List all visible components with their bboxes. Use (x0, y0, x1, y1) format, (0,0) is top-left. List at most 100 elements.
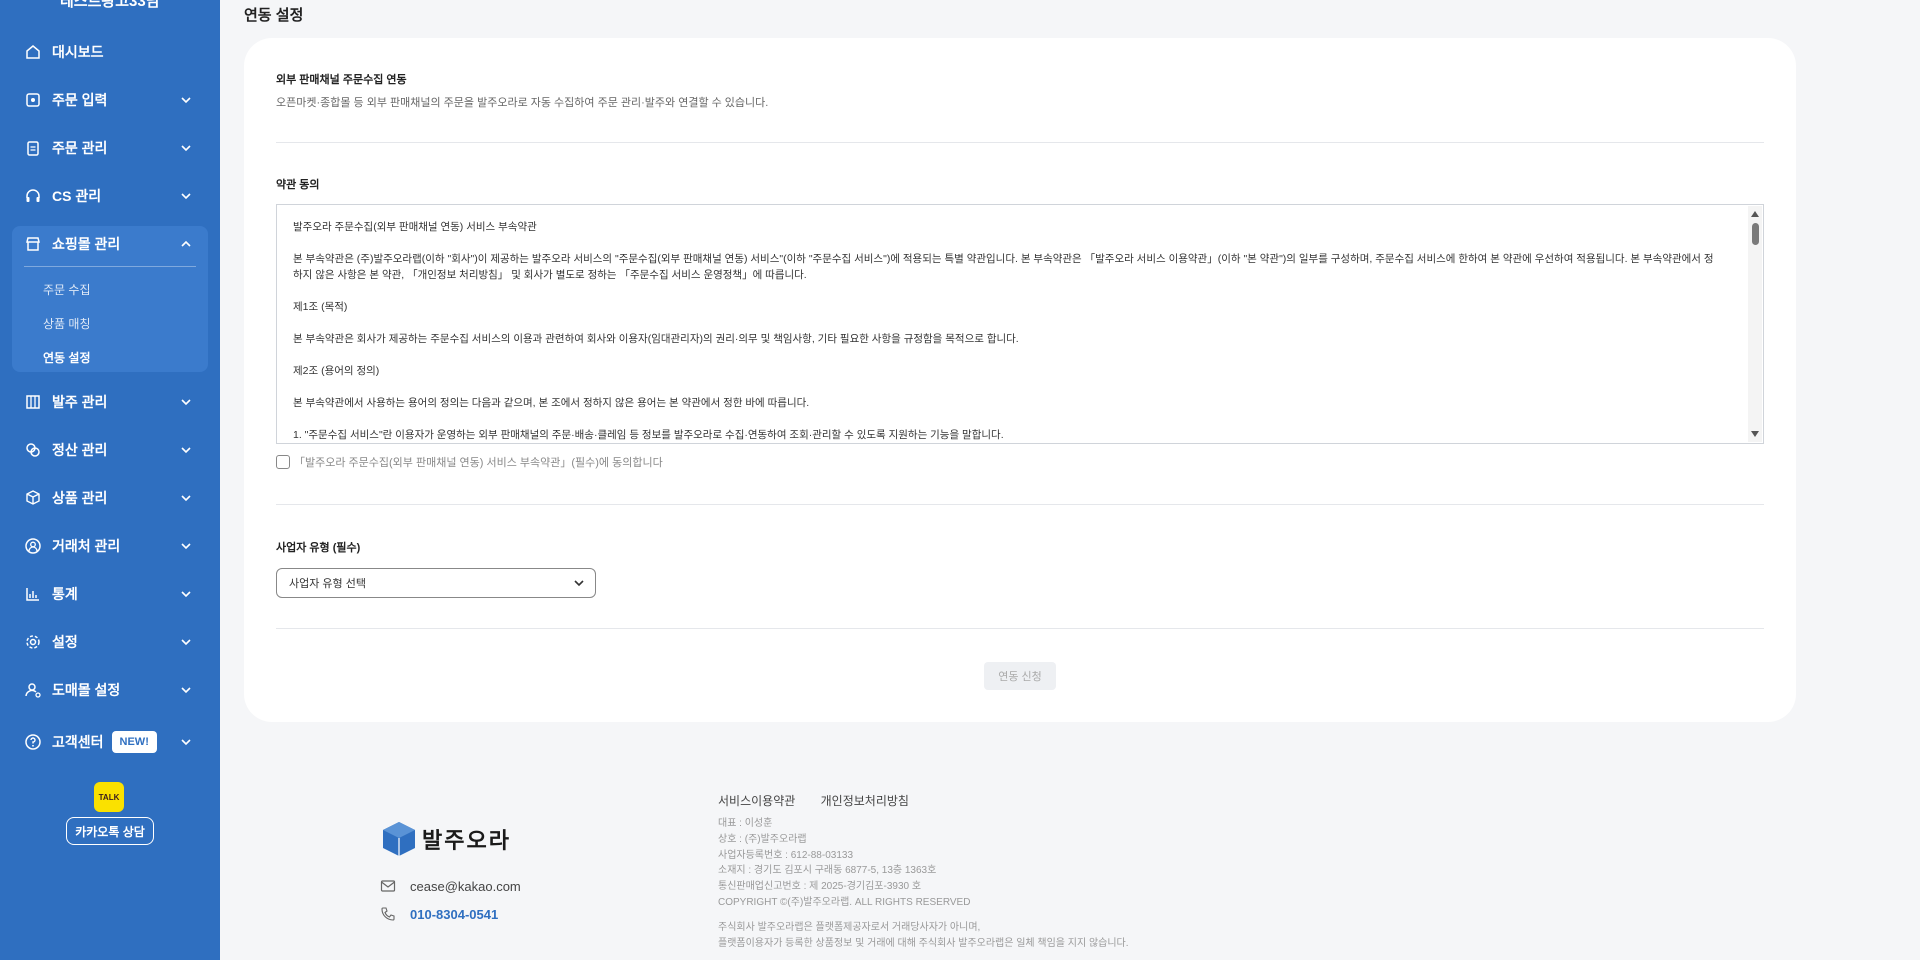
sidebar-item-label: 거래처 관리 (52, 538, 121, 554)
user-circle-icon (24, 537, 42, 555)
footer-info-line: 상호 : (주)발주오라랩 (718, 833, 807, 845)
sidebar-item-settlement[interactable]: 정산 관리 (12, 430, 208, 470)
logo-icon (383, 822, 415, 856)
clipboard-icon (24, 139, 42, 157)
section-title-integration: 외부 판매채널 주문수집 연동 (276, 74, 407, 86)
gear-icon (24, 633, 42, 651)
sidebar-item-label: CS 관리 (52, 188, 102, 204)
footer-info-line: 사업자등록번호 : 612-88-03133 (718, 849, 854, 861)
brand-name: 테스트광고33님 (60, 0, 160, 10)
sidebar-item-label: 고객센터 (52, 734, 104, 750)
phone-icon (381, 907, 395, 921)
section-description: 오픈마켓·종합몰 등 외부 판매채널의 주문을 발주오라로 자동 수집하여 주문… (276, 97, 769, 109)
footer-link-terms[interactable]: 서비스이용약관 (718, 794, 795, 808)
terms-paragraph: 본 부속약관에서 사용하는 용어의 정의는 다음과 같으며, 본 조에서 정하지… (293, 397, 810, 409)
box-icon (24, 489, 42, 507)
biz-type-select-value: 사업자 유형 선택 (289, 578, 366, 590)
sidebar-subitem-order-collect[interactable]: 주문 수집 (43, 281, 91, 298)
sidebar: 테스트광고33님 대시보드 주문 입력 주문 관리 CS 관리 쇼핑몰 관리 주… (0, 0, 220, 960)
coins-icon (24, 441, 42, 459)
scroll-down-icon[interactable] (1751, 431, 1759, 437)
chevron-down-icon (574, 580, 584, 587)
sidebar-item-label: 대시보드 (52, 44, 104, 60)
chevron-down-icon (181, 97, 191, 104)
footer-phone-text: 010-8304-0541 (410, 906, 499, 922)
sidebar-item-label: 주문 관리 (52, 140, 108, 156)
kakao-consult-button[interactable]: 카카오톡 상담 (66, 817, 154, 845)
new-badge: NEW! (111, 731, 157, 753)
building-icon (24, 393, 42, 411)
sidebar-item-label: 주문 입력 (52, 92, 108, 108)
terms-textarea[interactable]: 발주오라 주문수집(외부 판매채널 연동) 서비스 부속약관 본 부속약관은 (… (276, 204, 1764, 444)
footer-info-line: 통신판매업신고번호 : 제 2025-경기김포-3930 호 (718, 881, 922, 893)
footer-email: cease@kakao.com (380, 878, 521, 894)
sidebar-item-label: 발주 관리 (52, 394, 108, 410)
terms-agree-label[interactable]: 「발주오라 주문수집(외부 판매채널 연동) 서비스 부속약관」(필수)에 동의… (294, 454, 663, 470)
home-icon (24, 43, 42, 61)
terms-paragraph: 1. "주문수집 서비스"란 이용자가 운영하는 외부 판매채널의 주문·배송·… (293, 429, 1004, 441)
chevron-up-icon (181, 240, 191, 247)
sidebar-item-label: 쇼핑몰 관리 (52, 236, 121, 252)
apply-integration-button[interactable]: 연동 신청 (984, 662, 1056, 690)
sidebar-item-vendors[interactable]: 거래처 관리 (12, 526, 208, 566)
sidebar-item-shopping-mall[interactable]: 쇼핑몰 관리 (12, 224, 208, 264)
divider (276, 628, 1764, 629)
scrollbar-thumb[interactable] (1752, 223, 1759, 245)
footer-links: 서비스이용약관 개인정보처리방침 (718, 792, 931, 809)
sidebar-item-order-manage[interactable]: 주문 관리 (12, 128, 208, 168)
terms-paragraph: 본 부속약관은 회사가 제공하는 주문수집 서비스의 이용과 관련하여 회사와 … (293, 333, 1019, 345)
sidebar-item-products[interactable]: 상품 관리 (12, 478, 208, 518)
chevron-down-icon (181, 591, 191, 598)
divider (24, 266, 196, 267)
footer-email-text: cease@kakao.com (410, 878, 521, 894)
sidebar-subitem-integration-settings[interactable]: 연동 설정 (43, 349, 91, 366)
footer-info-line: 소재지 : 경기도 김포시 구래동 6877-5, 13층 1363호 (718, 865, 937, 877)
sidebar-subitem-product-matching[interactable]: 상품 매칭 (43, 315, 91, 332)
sidebar-item-cs[interactable]: CS 관리 (12, 176, 208, 216)
sidebar-item-settings[interactable]: 설정 (12, 622, 208, 662)
chevron-down-icon (181, 739, 191, 746)
order-input-icon (24, 91, 42, 109)
terms-agree-checkbox[interactable] (276, 455, 290, 469)
chevron-down-icon (181, 447, 191, 454)
footer-phone: 010-8304-0541 (380, 906, 498, 922)
sidebar-item-label: 설정 (52, 634, 78, 650)
divider (276, 504, 1764, 505)
mail-icon (380, 880, 396, 892)
footer-disclaimer: 주식회사 발주오라랩은 플랫폼제공자로서 거래당사자가 아니며, 플랫폼이용자가… (718, 920, 1129, 952)
footer-link-privacy[interactable]: 개인정보처리방침 (821, 794, 909, 808)
terms-content: 발주오라 주문수집(외부 판매채널 연동) 서비스 부속약관 본 부속약관은 (… (293, 219, 1723, 443)
terms-paragraph: 발주오라 주문수집(외부 판매채널 연동) 서비스 부속약관 (293, 221, 537, 233)
section-title-biz-type: 사업자 유형 (필수) (276, 542, 361, 554)
terms-paragraph: 본 부속약관은 (주)발주오라랩(이하 "회사")이 제공하는 발주오라 서비스… (293, 253, 1714, 281)
sidebar-item-label: 통계 (52, 586, 78, 602)
divider (276, 142, 1764, 143)
footer-company-info: 대표 : 이성훈 상호 : (주)발주오라랩 사업자등록번호 : 612-88-… (718, 816, 970, 911)
footer: 발주오라 cease@kakao.com 010-8304-0541 서비스이용… (220, 784, 1900, 960)
footer-note-line: 플랫폼이용자가 등록한 상품정보 및 거래에 대해 주식회사 발주오라랩은 일체… (718, 937, 1129, 949)
chevron-down-icon (181, 495, 191, 502)
sidebar-item-customer-center[interactable]: 고객센터 NEW! (12, 722, 208, 762)
footer-info-line: 대표 : 이성훈 (718, 818, 773, 829)
sidebar-item-wholesale-settings[interactable]: 도매몰 설정 (12, 670, 208, 710)
chevron-down-icon (181, 193, 191, 200)
footer-logo: 발주오라 (380, 820, 511, 858)
sidebar-item-statistics[interactable]: 통계 (12, 574, 208, 614)
sidebar-item-order-input[interactable]: 주문 입력 (12, 80, 208, 120)
chevron-down-icon (181, 687, 191, 694)
scroll-up-icon[interactable] (1751, 211, 1759, 217)
help-icon (24, 733, 42, 751)
headset-icon (24, 187, 42, 205)
store-icon (24, 235, 42, 253)
chevron-down-icon (181, 399, 191, 406)
chevron-down-icon (181, 639, 191, 646)
bar-chart-icon (24, 585, 42, 603)
terms-agree: 「발주오라 주문수집(외부 판매채널 연동) 서비스 부속약관」(필수)에 동의… (276, 454, 663, 470)
sidebar-item-label: 상품 관리 (52, 490, 108, 506)
sidebar-item-dashboard[interactable]: 대시보드 (12, 32, 208, 72)
biz-type-select[interactable]: 사업자 유형 선택 (276, 568, 596, 598)
page-title: 연동 설정 (244, 7, 304, 24)
logo-text: 발주오라 (422, 828, 511, 853)
sidebar-item-purchase[interactable]: 발주 관리 (12, 382, 208, 422)
terms-paragraph: 제2조 (용어의 정의) (293, 365, 380, 377)
